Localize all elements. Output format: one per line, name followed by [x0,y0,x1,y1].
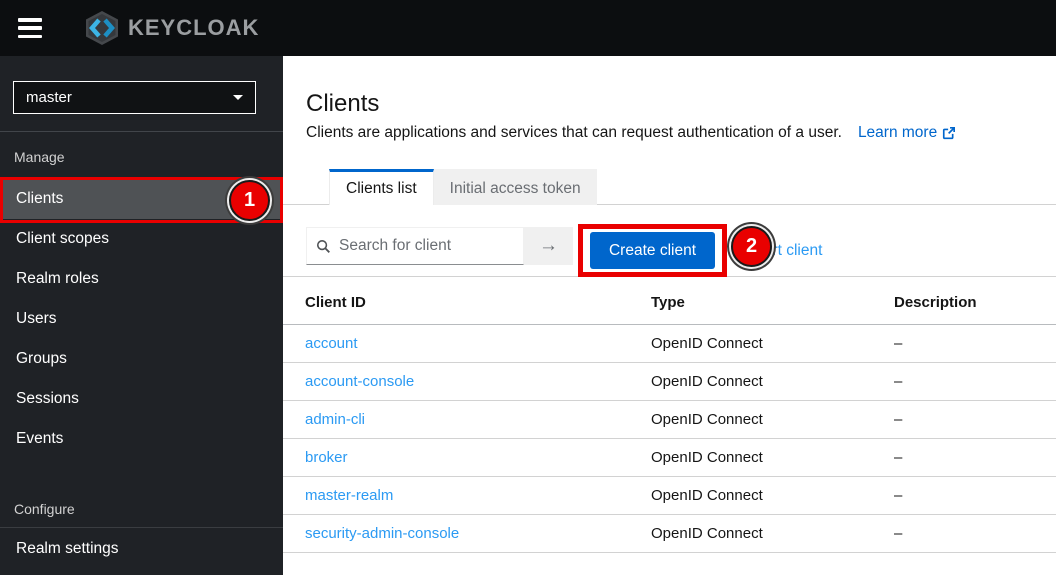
clients-table: Client ID Type Description account OpenI… [283,277,1056,553]
sidebar-item-realm-roles[interactable]: Realm roles [0,259,283,299]
client-link-account-console[interactable]: account-console [305,373,414,390]
client-description: – [872,363,1056,401]
tab-initial-access-token[interactable]: Initial access token [434,169,597,205]
sidebar: master Manage Clients Client scopes Real… [0,56,283,575]
create-client-button[interactable]: Create client [590,232,715,269]
client-link-master-realm[interactable]: master-realm [305,487,393,504]
keycloak-hexagon-icon [82,9,122,47]
sidebar-item-client-scopes[interactable]: Client scopes [0,219,283,259]
annotation-step-badge-1: 1 [229,180,270,221]
client-description: – [872,477,1056,515]
brand-wordmark: KEYCLOAK [128,15,259,41]
page-description: Clients are applications and services th… [306,123,842,142]
global-nav-toggle-button[interactable] [18,18,44,38]
table-row: master-realm OpenID Connect – [283,477,1056,515]
external-link-icon [942,126,956,140]
hamburger-icon [18,18,42,22]
table-row: security-admin-console OpenID Connect – [283,515,1056,553]
main-content: Clients Clients are applications and ser… [283,56,1056,575]
sidebar-divider [0,527,283,528]
sidebar-item-sessions[interactable]: Sessions [0,379,283,419]
client-link-admin-cli[interactable]: admin-cli [305,411,365,428]
table-row: broker OpenID Connect – [283,439,1056,477]
client-link-broker[interactable]: broker [305,449,348,466]
column-header-type: Type [629,277,872,325]
search-input-wrapper [306,227,524,265]
client-description: – [872,401,1056,439]
sidebar-item-groups[interactable]: Groups [0,339,283,379]
learn-more-link[interactable]: Learn more [858,123,956,142]
client-link-account[interactable]: account [305,335,358,352]
current-realm-label: master [26,89,72,106]
keycloak-logo[interactable]: KEYCLOAK [82,9,259,47]
realm-selector[interactable]: master [13,81,256,114]
tab-bar: Clients list Initial access token [283,168,1056,205]
nav-section-configure-label: Configure [0,501,283,517]
client-type: OpenID Connect [629,439,872,477]
sidebar-item-realm-settings[interactable]: Realm settings [0,529,283,569]
client-link-security-admin-console[interactable]: security-admin-console [305,525,459,542]
client-type: OpenID Connect [629,515,872,553]
client-description: – [872,439,1056,477]
table-row: account OpenID Connect – [283,325,1056,363]
masthead: KEYCLOAK [0,0,1056,56]
page-title: Clients [306,90,1056,118]
clients-toolbar: → Create client Import client [283,205,1056,277]
chevron-down-icon [233,95,243,100]
nav-section-manage-label: Manage [0,132,283,179]
client-description: – [872,325,1056,363]
client-type: OpenID Connect [629,363,872,401]
client-description: – [872,515,1056,553]
search-icon [316,239,331,254]
column-header-description: Description [872,277,1056,325]
sidebar-item-users[interactable]: Users [0,299,283,339]
table-row: admin-cli OpenID Connect – [283,401,1056,439]
table-header-row: Client ID Type Description [283,277,1056,325]
search-input[interactable] [339,237,519,255]
column-header-client-id: Client ID [283,277,629,325]
client-type: OpenID Connect [629,325,872,363]
tab-clients-list[interactable]: Clients list [329,169,434,205]
client-type: OpenID Connect [629,477,872,515]
client-type: OpenID Connect [629,401,872,439]
table-row: account-console OpenID Connect – [283,363,1056,401]
annotation-step-badge-2: 2 [731,226,772,267]
search-submit-button[interactable]: → [524,227,573,265]
sidebar-item-events[interactable]: Events [0,419,283,459]
arrow-right-icon: → [539,235,558,257]
